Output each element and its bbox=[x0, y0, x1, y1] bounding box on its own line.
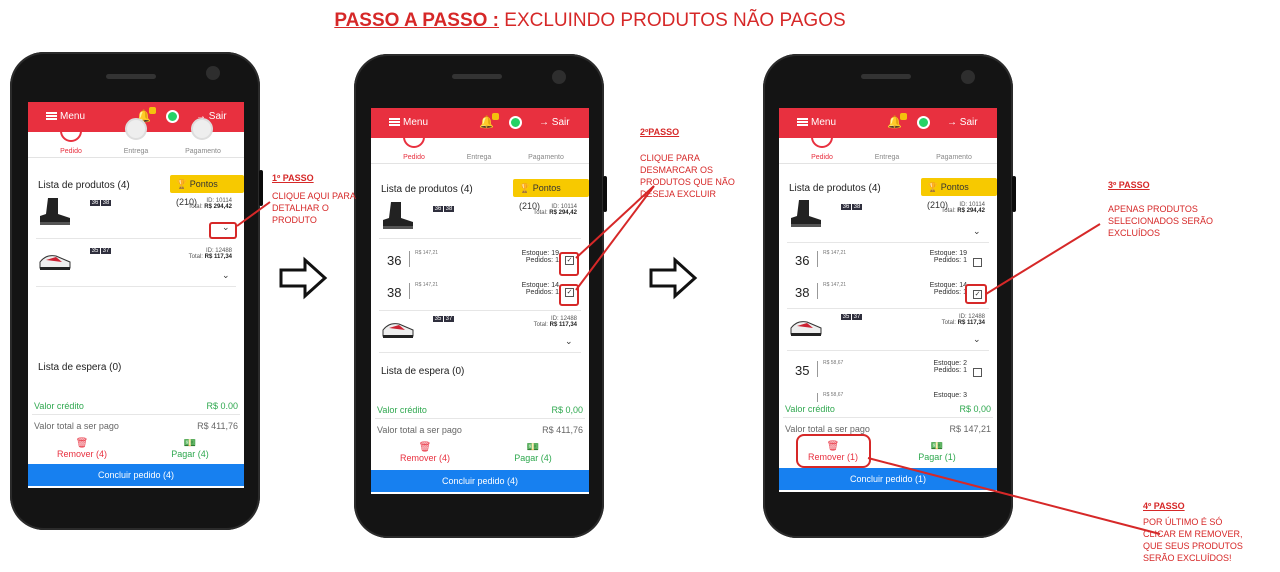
next-arrow-icon bbox=[649, 256, 698, 300]
connector-line-step2a bbox=[575, 185, 655, 259]
annotation-lines bbox=[236, 185, 1161, 535]
connector-line-step3 bbox=[985, 223, 1101, 295]
next-arrow-icon bbox=[279, 256, 328, 300]
connector-line-step4 bbox=[867, 457, 1161, 535]
connector-line-step1 bbox=[236, 201, 271, 227]
connector-line-step2b bbox=[575, 185, 655, 291]
